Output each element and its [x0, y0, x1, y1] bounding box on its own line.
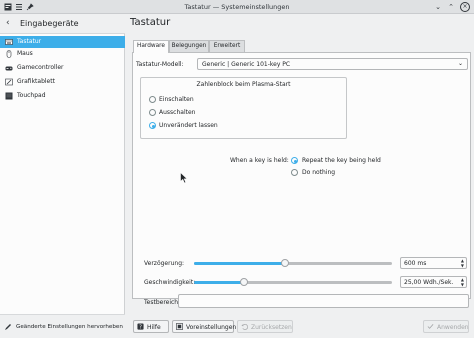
- undo-icon: [241, 323, 248, 330]
- defaults-icon: [176, 323, 183, 330]
- tab-erweitert[interactable]: Erweitert: [209, 40, 245, 52]
- minimize-button[interactable]: ⌄: [433, 2, 443, 12]
- delay-slider-fill: [194, 262, 286, 265]
- maximize-button[interactable]: ⌃: [446, 2, 456, 12]
- delay-slider-handle[interactable]: [281, 259, 290, 267]
- mouse-icon: [6, 50, 12, 58]
- reset-label: Zurücksetzen: [251, 324, 292, 331]
- tab-belegungen[interactable]: Belegungen: [169, 40, 209, 52]
- numlock-unchanged-label: Unverändert lassen: [159, 122, 218, 129]
- apply-label: Anwenden: [437, 324, 469, 331]
- sidebar-item-label: Grafiktablett: [17, 78, 55, 85]
- reset-button[interactable]: Zurücksetzen: [237, 320, 293, 333]
- sidebar-item-tastatur[interactable]: Tastatur: [0, 36, 125, 48]
- sidebar-item-label: Touchpad: [17, 92, 46, 99]
- test-area-input[interactable]: [178, 294, 469, 308]
- rate-slider-track[interactable]: [194, 281, 392, 284]
- rate-spinbox[interactable]: 25,00 Wdh./Sek. ▲ ▼: [400, 276, 467, 288]
- repeat-key-label: Repeat the key being held: [302, 157, 381, 164]
- check-icon: [427, 324, 434, 329]
- numlock-on-radio[interactable]: [149, 96, 156, 103]
- highlight-brush-icon: [5, 324, 11, 330]
- delay-value: 600 ms: [404, 260, 427, 267]
- delay-spinbox[interactable]: 600 ms ▲ ▼: [400, 257, 467, 269]
- title-bar: Tastatur — Systemeinstellungen ⌄ ⌃ ×: [0, 0, 474, 14]
- tablet-icon: [5, 78, 13, 86]
- svg-text:?: ?: [139, 324, 142, 330]
- delay-label: Verzögerung:: [144, 260, 185, 267]
- sidebar-item-label: Tastatur: [17, 38, 42, 45]
- help-label: Hilfe: [147, 324, 161, 331]
- defaults-label: Voreinstellungen: [186, 324, 237, 331]
- numlock-unchanged-radio[interactable]: [149, 122, 156, 129]
- apply-button[interactable]: Anwenden: [423, 320, 469, 333]
- sidebar: ‹ Eingabegeräte Tastatur Maus Gamecontro…: [0, 14, 125, 338]
- sidebar-item-label: Gamecontroller: [17, 64, 64, 71]
- spin-arrows-icon[interactable]: ▲ ▼: [461, 277, 464, 287]
- repeat-key-radio[interactable]: [291, 157, 298, 164]
- sidebar-item-grafiktablett[interactable]: Grafiktablett: [0, 76, 125, 88]
- page-title: Tastatur: [130, 17, 171, 28]
- keyboard-model-label: Tastatur-Modell:: [136, 61, 184, 68]
- main-content: Tastatur Hardware Belegungen Erweitert T…: [126, 14, 474, 338]
- close-button[interactable]: ×: [460, 2, 470, 12]
- sidebar-header: ‹ Eingabegeräte: [0, 14, 125, 34]
- keyboard-model-value: Generic | Generic 101-key PC: [202, 61, 291, 68]
- mouse-cursor-icon: [180, 172, 188, 184]
- numlock-group-title: Zahlenblock beim Plasma-Start: [196, 81, 291, 88]
- highlight-changes-toggle[interactable]: Geänderte Einstellungen hervorheben: [0, 314, 125, 338]
- rate-slider-fill: [194, 281, 244, 284]
- do-nothing-radio[interactable]: [291, 169, 298, 176]
- spin-arrows-icon[interactable]: ▲ ▼: [461, 258, 464, 268]
- rate-label: Geschwindigkeit:: [144, 279, 196, 286]
- gamecontroller-icon: [5, 66, 13, 71]
- defaults-button[interactable]: Voreinstellungen: [172, 320, 237, 333]
- keyboard-model-select[interactable]: Generic | Generic 101-key PC ⌄: [197, 58, 468, 70]
- numlock-on-label: Einschalten: [159, 96, 194, 103]
- sidebar-item-gamecontroller[interactable]: Gamecontroller: [0, 62, 125, 74]
- keyboard-icon: [5, 39, 13, 45]
- delay-slider-track[interactable]: [194, 262, 392, 265]
- chevron-down-icon: ⌄: [457, 60, 463, 67]
- help-button[interactable]: ? Hilfe: [133, 320, 169, 333]
- help-icon: ?: [137, 323, 144, 330]
- touchpad-icon: [5, 92, 13, 100]
- sidebar-header-label: Eingabegeräte: [20, 19, 79, 28]
- window-title: Tastatur — Systemeinstellungen: [184, 3, 290, 11]
- key-held-label: When a key is held:: [230, 157, 289, 164]
- sidebar-item-maus[interactable]: Maus: [0, 48, 125, 60]
- tab-hardware[interactable]: Hardware: [133, 40, 169, 53]
- numlock-group: Zahlenblock beim Plasma-Start Einschalte…: [140, 77, 347, 139]
- back-arrow-icon[interactable]: ‹: [6, 18, 10, 28]
- rate-slider-handle[interactable]: [239, 278, 248, 286]
- numlock-off-label: Ausschalten: [159, 109, 196, 116]
- highlight-changes-label: Geänderte Einstellungen hervorheben: [16, 324, 123, 330]
- test-area-label: Testbereich:: [144, 299, 181, 306]
- sidebar-item-touchpad[interactable]: Touchpad: [0, 90, 125, 102]
- numlock-off-radio[interactable]: [149, 109, 156, 116]
- rate-value: 25,00 Wdh./Sek.: [404, 279, 454, 286]
- do-nothing-label: Do nothing: [302, 169, 336, 176]
- sidebar-item-label: Maus: [17, 50, 33, 57]
